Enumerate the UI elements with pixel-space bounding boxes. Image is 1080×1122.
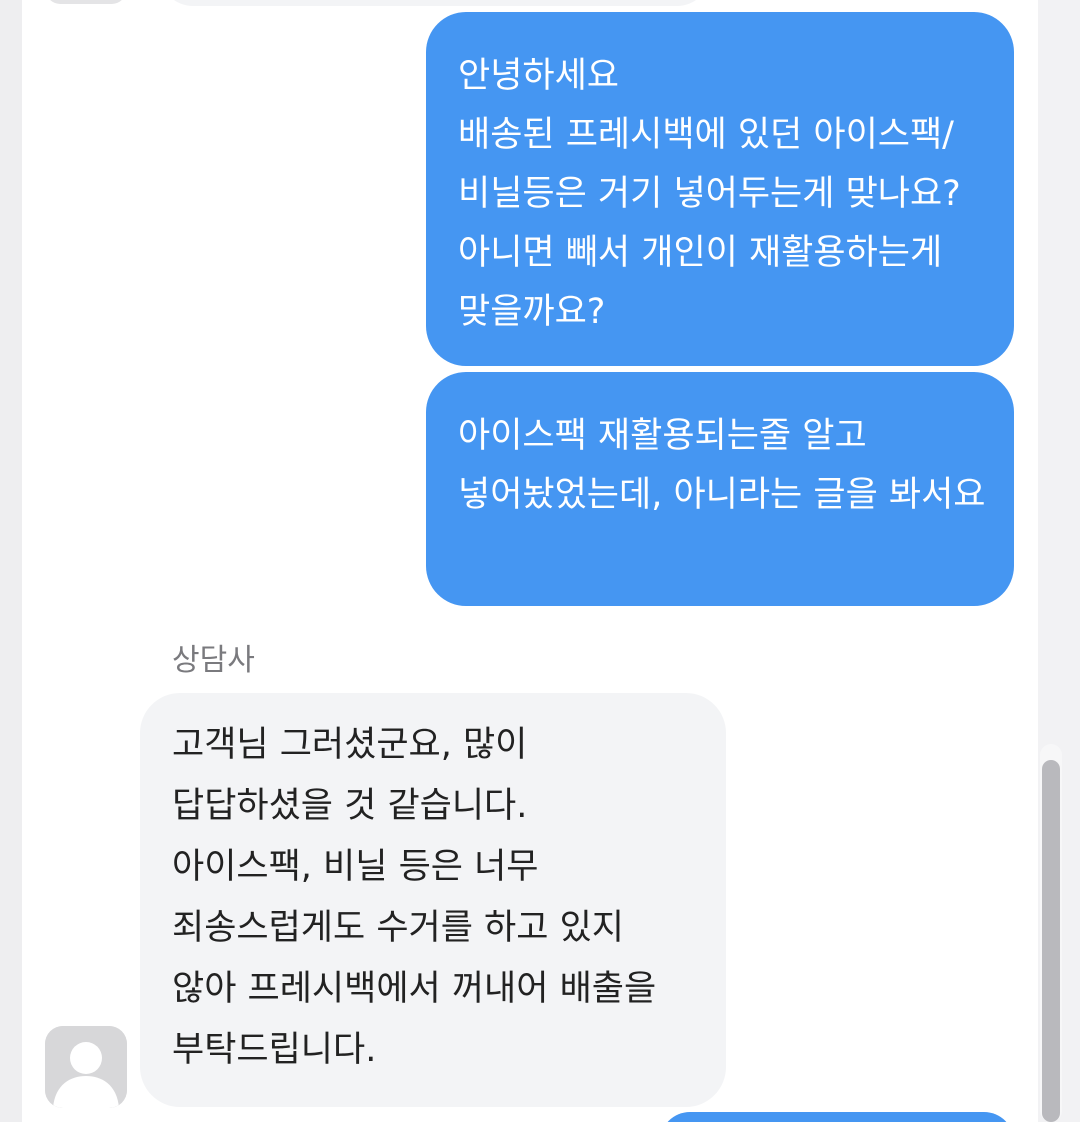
- default-user-avatar-icon[interactable]: [45, 1026, 127, 1108]
- left-edge: [0, 0, 22, 1122]
- previous-avatar-partial: [46, 0, 126, 4]
- agent-sender-name: 상담사: [172, 643, 255, 678]
- next-user-message-bubble-partial: [660, 1112, 1014, 1122]
- chat-screen: 안녕하세요 배송된 프레시백에 있던 아이스팩/비닐등은 거기 넣어두는게 맞나…: [0, 0, 1080, 1122]
- agent-message-bubble[interactable]: 고객님 그러셨군요, 많이 답답하셨을 것 같습니다. 아이스팩, 비닐 등은 …: [140, 693, 726, 1107]
- user-message-bubble[interactable]: 아이스팩 재활용되는줄 알고 넣어놨었는데, 아니라는 글을 봐서요: [426, 372, 1014, 606]
- scrollbar-thumb[interactable]: [1042, 760, 1060, 1122]
- user-message-bubble[interactable]: 안녕하세요 배송된 프레시백에 있던 아이스팩/비닐등은 거기 넣어두는게 맞나…: [426, 12, 1014, 366]
- user-silhouette-icon: [45, 1026, 127, 1108]
- previous-message-bubble-partial: [160, 0, 710, 6]
